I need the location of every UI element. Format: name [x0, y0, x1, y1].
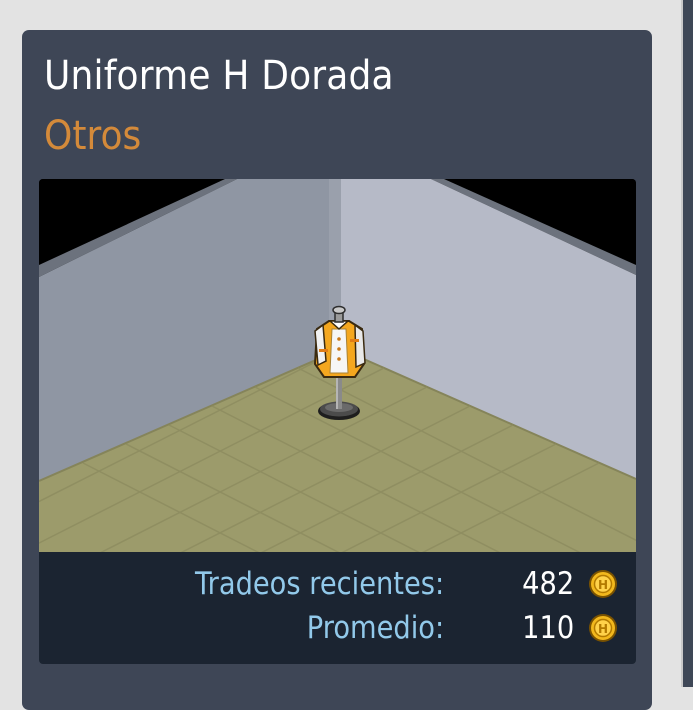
svg-text:H: H	[598, 578, 608, 592]
item-info-card: Uniforme H Dorada Otros Tradeos reciente…	[22, 30, 652, 710]
item-preview-room	[39, 179, 636, 552]
average-label: Promedio:	[306, 610, 444, 646]
credit-coin-icon: H	[589, 570, 617, 598]
stat-row-recent-trades: Tradeos recientes: 482 H	[39, 562, 636, 606]
recent-trades-label: Tradeos recientes:	[194, 566, 444, 602]
average-value: 110	[521, 610, 574, 646]
divider	[681, 0, 683, 687]
recent-trades-value: 482	[521, 566, 574, 602]
credit-coin-icon: H	[589, 614, 617, 642]
item-category: Otros	[44, 113, 142, 159]
trade-stats-panel: Tradeos recientes: 482 H Promedio: 110 H	[39, 552, 636, 664]
svg-text:H: H	[598, 622, 608, 636]
stat-row-average: Promedio: 110 H	[39, 606, 636, 650]
item-title: Uniforme H Dorada	[44, 53, 394, 99]
